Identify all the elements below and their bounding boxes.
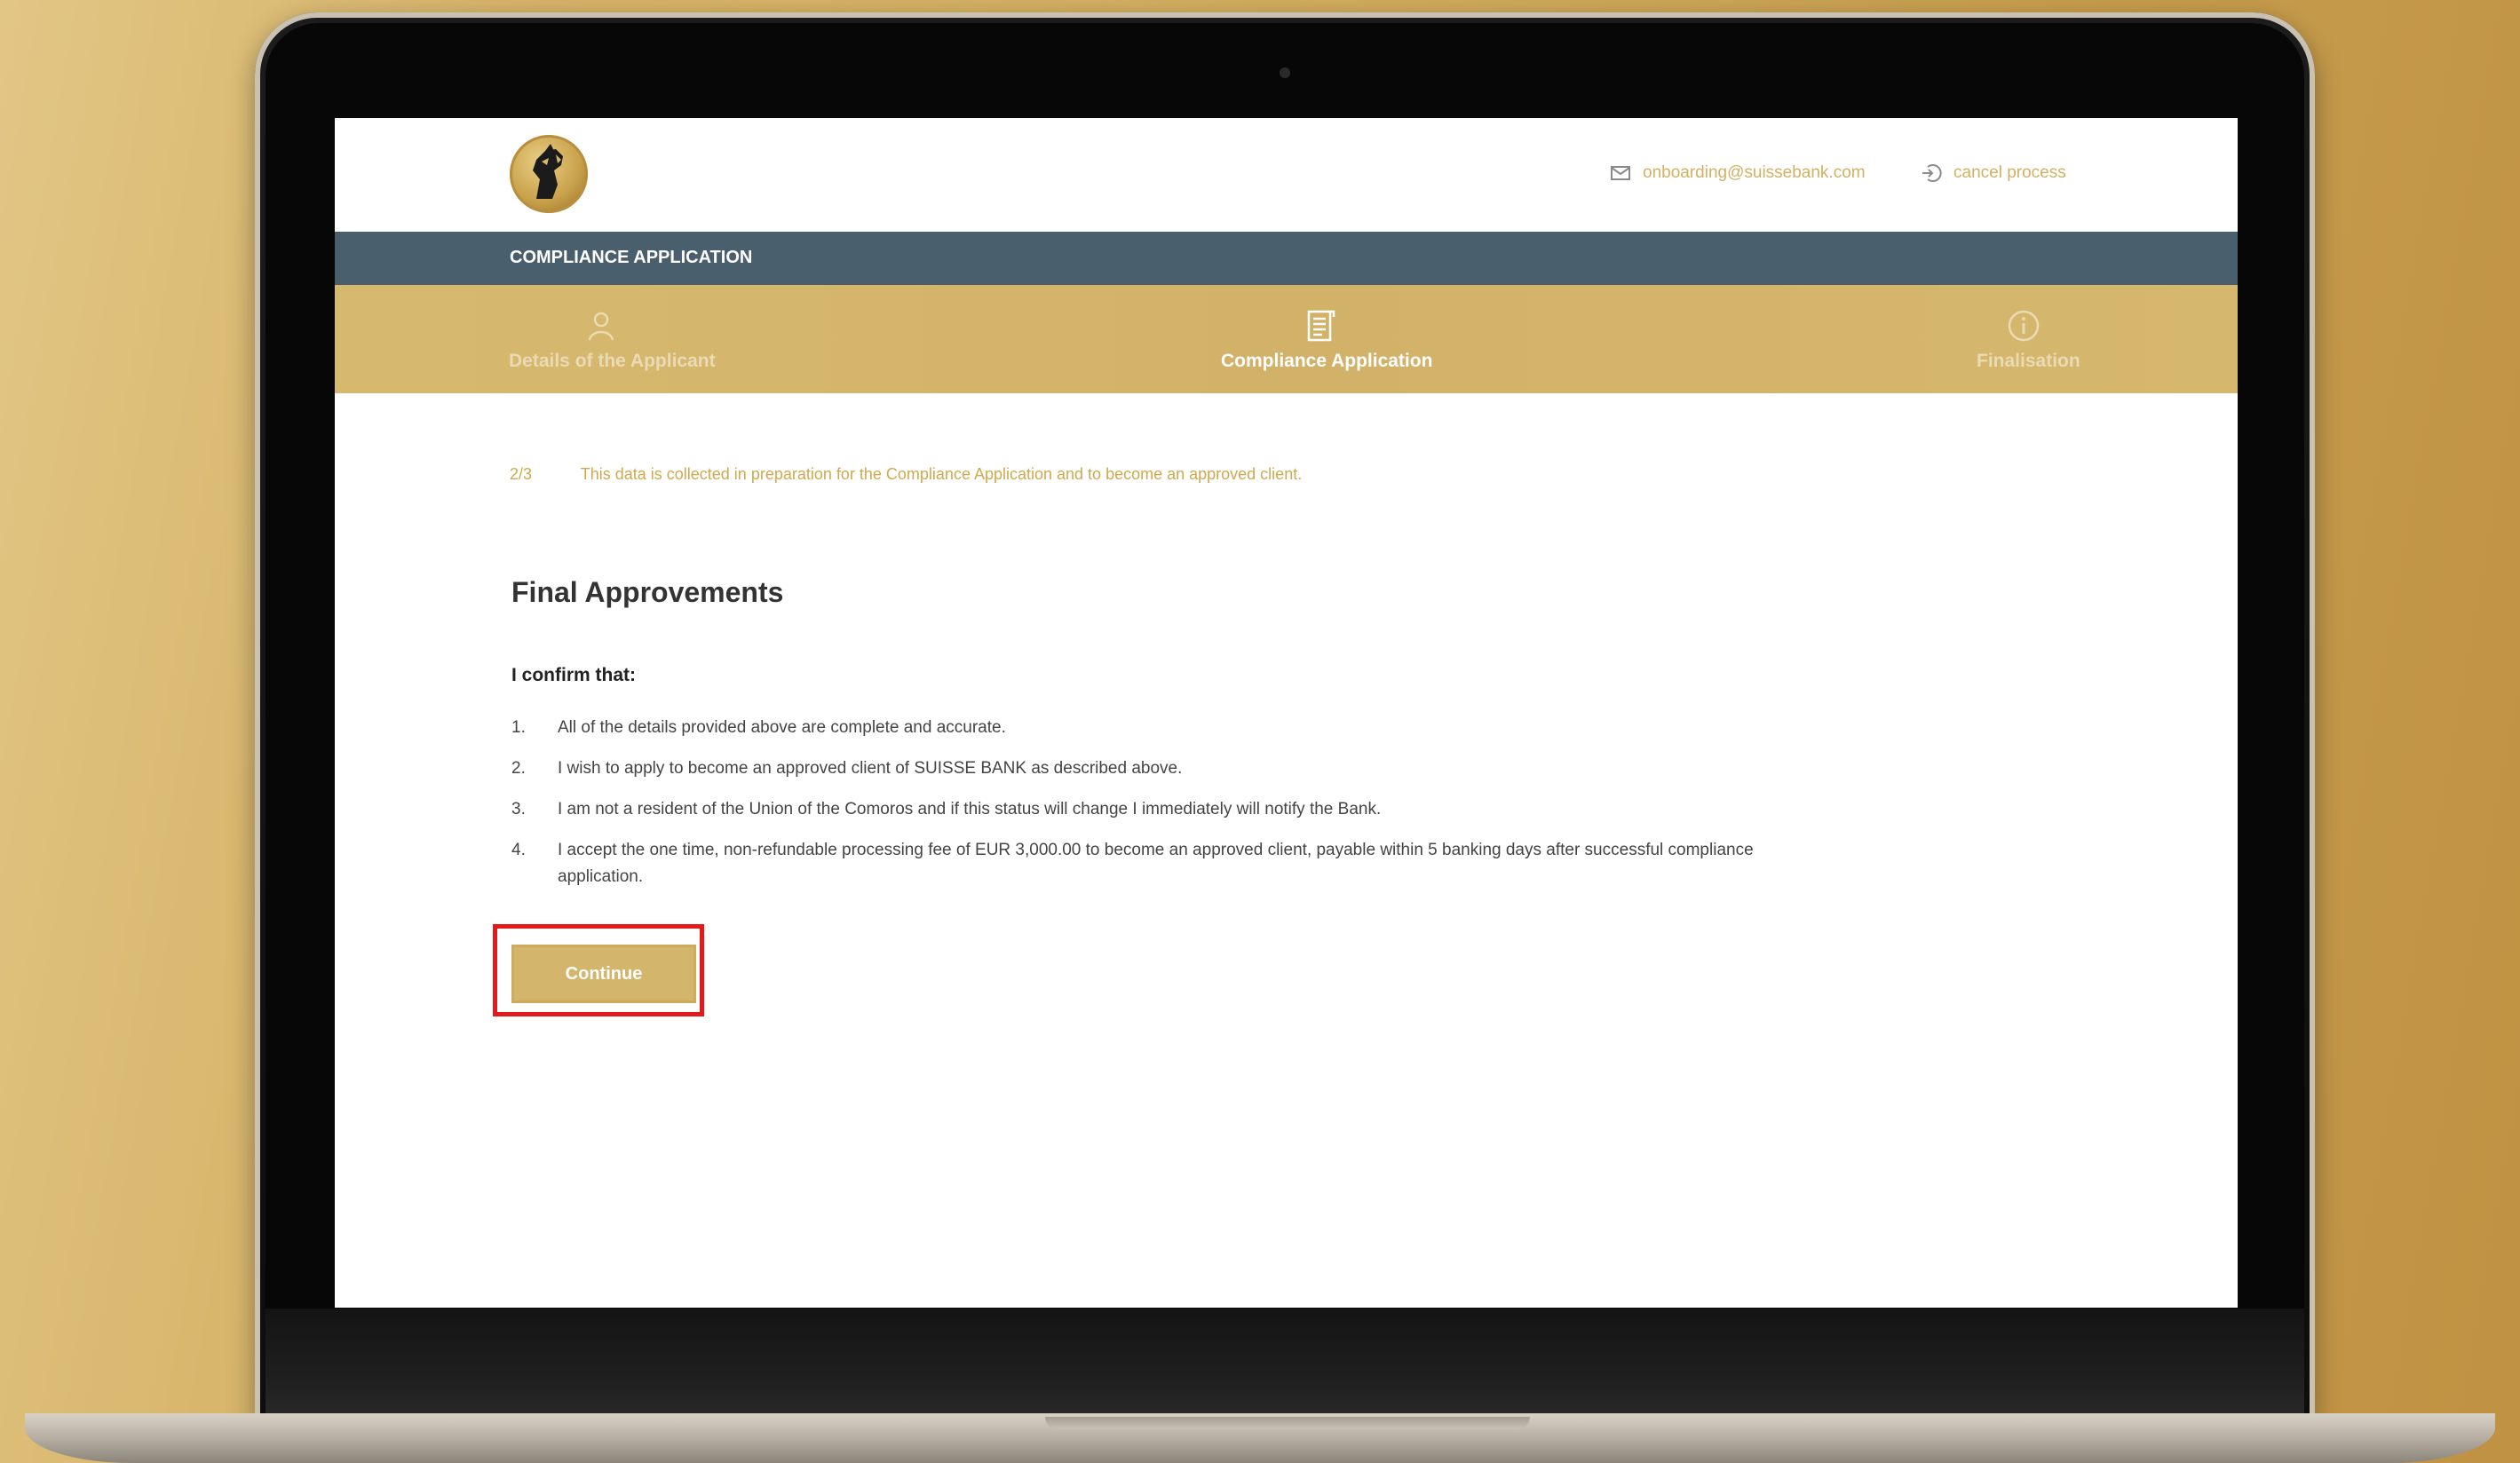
list-item-text: I wish to apply to become an approved cl… <box>558 759 1183 778</box>
step-label: Compliance Application <box>1221 351 1433 371</box>
step-label: Finalisation <box>1977 351 2080 371</box>
list-item-number: 3. <box>511 800 526 818</box>
confirm-label: I confirm that: <box>511 665 636 685</box>
document-icon <box>1303 308 1338 344</box>
cancel-process-text: cancel process <box>1953 163 2066 182</box>
horse-head-icon <box>533 144 563 199</box>
page-title: COMPLIANCE APPLICATION <box>510 248 753 267</box>
logout-icon <box>1920 162 1943 185</box>
progress-steps: Details of the Applicant Compliance Appl… <box>335 285 2238 393</box>
horse-head-logo[interactable] <box>510 135 588 213</box>
list-item-text: I am not a resident of the Union of the … <box>558 800 1382 818</box>
list-item: 1. All of the details provided above are… <box>511 715 1772 741</box>
user-icon <box>583 308 619 344</box>
page-title-bar: COMPLIANCE APPLICATION <box>335 232 2238 285</box>
laptop-chin <box>265 1309 2304 1424</box>
list-item: 2. I wish to apply to become an approved… <box>511 755 1772 782</box>
list-item: 4. I accept the one time, non-refundable… <box>511 837 1772 890</box>
list-item-number: 2. <box>511 759 526 778</box>
list-item: 3. I am not a resident of the Union of t… <box>511 796 1772 823</box>
continue-button[interactable]: Continue <box>511 945 696 1003</box>
contact-email-link[interactable]: onboarding@suissebank.com <box>1609 160 1866 186</box>
confirmation-list: 1. All of the details provided above are… <box>511 715 1772 905</box>
step-details-of-applicant[interactable]: Details of the Applicant <box>468 285 734 393</box>
info-icon <box>2006 308 2041 344</box>
step-finalisation[interactable]: Finalisation <box>1933 285 2111 393</box>
cancel-process-link[interactable]: cancel process <box>1920 160 2066 186</box>
contact-email-text: onboarding@suissebank.com <box>1643 163 1866 182</box>
site-header: onboarding@suissebank.com cancel process <box>335 118 2238 232</box>
mail-icon <box>1609 162 1632 185</box>
step-label: Details of the Applicant <box>509 351 716 371</box>
list-item-number: 4. <box>511 841 526 859</box>
step-info-text: This data is collected in preparation fo… <box>580 465 1303 483</box>
list-item-number: 1. <box>511 718 526 737</box>
step-info: 2/3 This data is collected in preparatio… <box>510 465 1302 484</box>
step-counter: 2/3 <box>510 465 533 483</box>
list-item-text: I accept the one time, non-refundable pr… <box>558 841 1754 886</box>
list-item-text: All of the details provided above are co… <box>558 718 1006 737</box>
section-title: Final Approvements <box>511 576 784 608</box>
laptop-screen: onboarding@suissebank.com cancel process… <box>335 118 2238 1308</box>
step-compliance-application[interactable]: Compliance Application <box>1152 285 1489 393</box>
laptop-base-notch <box>1045 1417 1530 1429</box>
camera-icon <box>1280 67 1290 78</box>
